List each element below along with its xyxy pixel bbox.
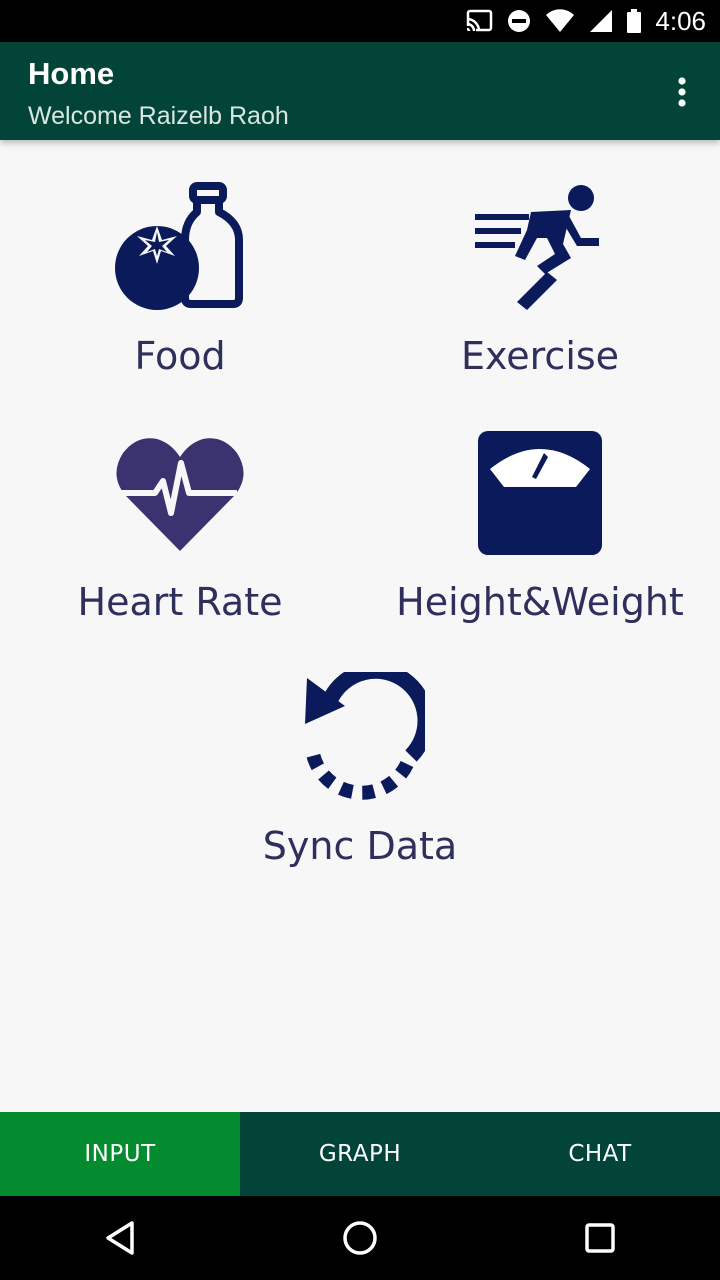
exercise-label: Exercise bbox=[460, 334, 620, 378]
height-weight-button[interactable]: Height&Weight bbox=[360, 428, 720, 658]
do-not-disturb-icon bbox=[507, 9, 531, 33]
bottom-tab-bar: INPUT GRAPH CHAT bbox=[0, 1112, 720, 1196]
app-bar: Home Welcome Raizelb Raoh bbox=[0, 42, 720, 140]
exercise-icon bbox=[475, 182, 605, 312]
cell-signal-icon bbox=[589, 9, 613, 33]
heart-rate-icon bbox=[115, 428, 245, 558]
scale-icon bbox=[475, 428, 605, 558]
back-button[interactable] bbox=[90, 1208, 150, 1268]
cast-icon bbox=[465, 9, 493, 33]
overflow-menu-button[interactable] bbox=[664, 72, 700, 112]
wifi-icon bbox=[545, 9, 575, 33]
food-label: Food bbox=[134, 334, 226, 378]
status-time: 4:06 bbox=[655, 5, 706, 36]
back-icon bbox=[106, 1221, 134, 1255]
more-vert-icon bbox=[678, 77, 686, 107]
sync-icon bbox=[295, 672, 425, 802]
recents-button[interactable] bbox=[570, 1208, 630, 1268]
exercise-button[interactable]: Exercise bbox=[360, 182, 720, 412]
home-button[interactable] bbox=[330, 1208, 390, 1268]
sync-data-label: Sync Data bbox=[262, 824, 458, 868]
home-icon bbox=[343, 1221, 377, 1255]
tab-input[interactable]: INPUT bbox=[0, 1112, 240, 1196]
heart-rate-label: Heart Rate bbox=[77, 580, 283, 624]
status-bar: 4:06 bbox=[0, 0, 720, 42]
welcome-subtitle: Welcome Raizelb Raoh bbox=[28, 102, 289, 130]
sync-data-button[interactable]: Sync Data bbox=[180, 672, 540, 902]
system-nav-bar bbox=[0, 1196, 720, 1280]
battery-icon bbox=[627, 9, 642, 33]
heart-rate-button[interactable]: Heart Rate bbox=[0, 428, 360, 658]
page-title: Home bbox=[28, 56, 115, 91]
recents-icon bbox=[585, 1223, 615, 1253]
tab-graph[interactable]: GRAPH bbox=[240, 1112, 480, 1196]
food-icon bbox=[115, 182, 245, 312]
tab-chat[interactable]: CHAT bbox=[480, 1112, 720, 1196]
height-weight-label: Height&Weight bbox=[396, 580, 684, 624]
food-button[interactable]: Food bbox=[0, 182, 360, 412]
